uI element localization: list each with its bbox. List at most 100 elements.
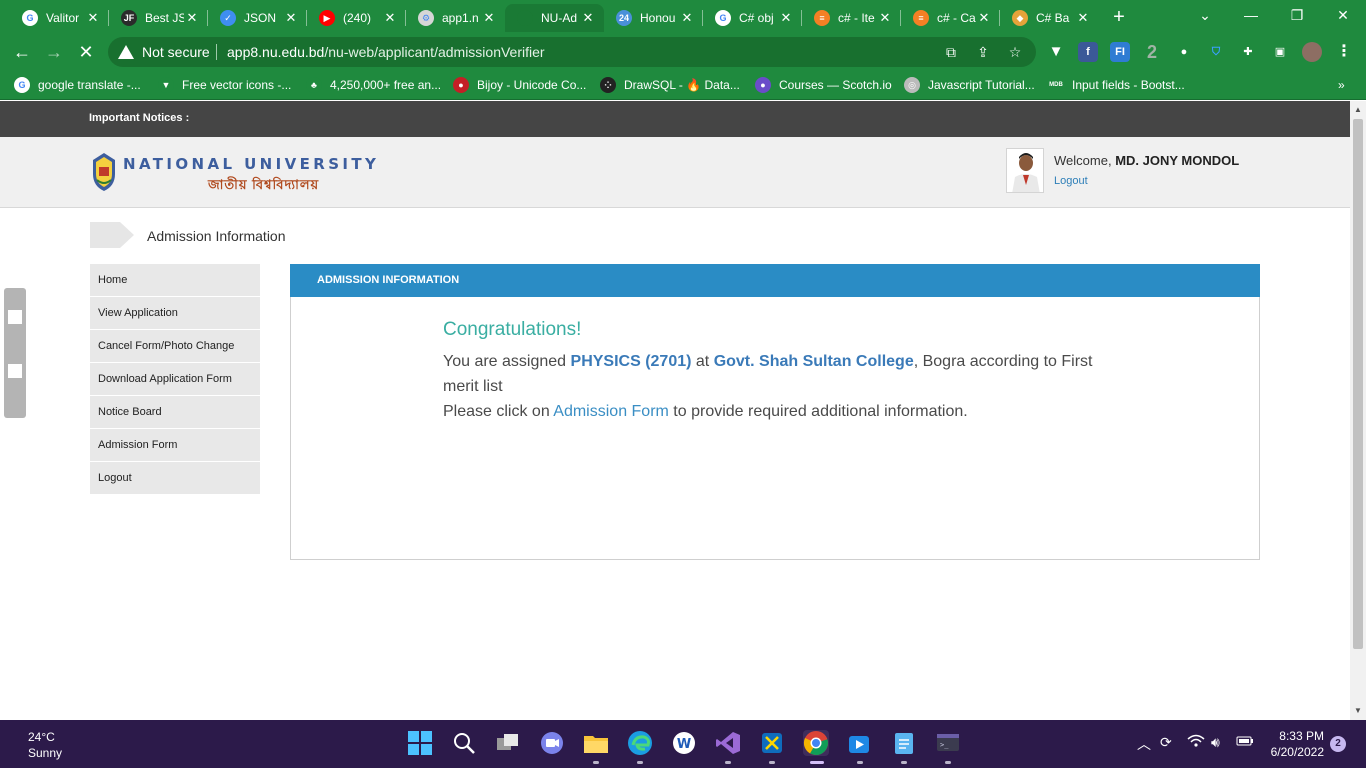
- extensions-puzzle-icon[interactable]: ✚: [1238, 42, 1258, 62]
- bookmark-item[interactable]: Ggoogle translate -...: [14, 76, 141, 94]
- university-name-english: NATIONAL UNIVERSITY: [123, 155, 380, 173]
- volume-icon[interactable]: 🔊︎: [1211, 734, 1220, 751]
- battery-icon[interactable]: [1236, 734, 1254, 750]
- close-tab-icon[interactable]: ✕: [1075, 10, 1091, 26]
- two-extension-icon[interactable]: 2: [1142, 42, 1162, 62]
- bookmark-item[interactable]: ● Bijoy - Unicode Co...: [453, 76, 586, 94]
- close-tab-icon[interactable]: ✕: [481, 10, 497, 26]
- tab-search-icon[interactable]: ⌄: [1182, 0, 1228, 32]
- search-icon[interactable]: [451, 730, 477, 756]
- shield-icon[interactable]: ⛉: [1206, 42, 1226, 62]
- security-indicator[interactable]: Not secure: [118, 44, 210, 60]
- back-button[interactable]: ←: [10, 40, 34, 64]
- running-indicator: [725, 761, 731, 764]
- sidebar-item-cancel-form[interactable]: Cancel Form/Photo Change: [90, 330, 260, 363]
- close-tab-icon[interactable]: ✕: [85, 10, 101, 26]
- start-windows-icon[interactable]: [407, 730, 433, 756]
- bookmark-star-icon[interactable]: ☆: [1006, 43, 1024, 61]
- grammarly-icon[interactable]: ●: [1174, 42, 1194, 62]
- word-app-icon[interactable]: W: [671, 730, 697, 756]
- more-bookmarks-icon[interactable]: »: [1338, 76, 1345, 94]
- browser-tab[interactable]: NU-Ad ✕: [505, 4, 604, 32]
- lottie-icon: ♣: [306, 77, 322, 93]
- browser-tab[interactable]: 24 Honou ✕: [604, 4, 703, 32]
- sync-icon[interactable]: ⟳: [1160, 734, 1172, 751]
- browser-tab[interactable]: ✓ JSON ✕: [208, 4, 307, 32]
- maximize-button[interactable]: ❐: [1274, 0, 1320, 32]
- bookmark-item[interactable]: ⁘ DrawSQL - 🔥 Data...: [600, 76, 740, 94]
- task-view-icon[interactable]: [495, 730, 521, 756]
- browser-tab[interactable]: ⚙ app1.n ✕: [406, 4, 505, 32]
- bookmark-label: Input fields - Bootst...: [1072, 78, 1185, 92]
- sidebar-item-home[interactable]: Home: [90, 264, 260, 297]
- close-tab-icon[interactable]: ✕: [283, 10, 299, 26]
- show-hidden-icons-icon[interactable]: ︿: [1137, 734, 1151, 754]
- close-tab-icon[interactable]: ✕: [679, 10, 695, 26]
- sidebar-nav: Home View Application Cancel Form/Photo …: [90, 264, 260, 495]
- media-player-icon[interactable]: [847, 730, 873, 756]
- close-tab-icon[interactable]: ✕: [382, 10, 398, 26]
- header-logout-link[interactable]: Logout: [1054, 175, 1088, 187]
- close-tab-icon[interactable]: ✕: [976, 10, 992, 26]
- visual-studio-icon[interactable]: [715, 730, 741, 756]
- sidebar-item-download-application[interactable]: Download Application Form: [90, 363, 260, 396]
- terminal-icon[interactable]: >_: [935, 730, 961, 756]
- address-bar[interactable]: Not secure app8.nu.edu.bd/nu-web/applica…: [108, 37, 1036, 67]
- side-panel-icon[interactable]: ▣: [1270, 42, 1290, 62]
- notification-badge[interactable]: 2: [1330, 736, 1346, 752]
- close-window-button[interactable]: ✕: [1320, 0, 1366, 32]
- vue-devtools-icon[interactable]: ▼: [1046, 42, 1066, 62]
- widget-button-icon[interactable]: [8, 364, 22, 378]
- forward-button[interactable]: →: [42, 40, 66, 64]
- browser-tab[interactable]: ≡ c# - Ite ✕: [802, 4, 901, 32]
- fi-extension-icon[interactable]: FI: [1110, 42, 1130, 62]
- floating-side-widget[interactable]: [4, 288, 26, 418]
- bookmark-item[interactable]: MDB Input fields - Bootst...: [1048, 76, 1185, 94]
- system-clock[interactable]: 8:33 PM 6/20/2022: [1266, 728, 1324, 760]
- welcome-prefix: Welcome,: [1054, 153, 1112, 168]
- browser-tab[interactable]: ◆ C# Ba ✕: [1000, 4, 1099, 32]
- widget-button-icon[interactable]: [8, 310, 22, 324]
- sidebar-item-notice-board[interactable]: Notice Board: [90, 396, 260, 429]
- close-tab-icon[interactable]: ✕: [580, 10, 596, 26]
- stop-loading-button[interactable]: ✕: [74, 40, 98, 64]
- chrome-browser-icon[interactable]: [803, 730, 829, 756]
- scrollbar-thumb[interactable]: [1353, 119, 1363, 649]
- close-tab-icon[interactable]: ✕: [778, 10, 794, 26]
- teams-chat-icon[interactable]: [539, 730, 565, 756]
- scroll-down-icon[interactable]: ▼: [1353, 706, 1363, 716]
- clock-time: 8:33 PM: [1279, 729, 1324, 743]
- sidebar-item-view-application[interactable]: View Application: [90, 297, 260, 330]
- profile-avatar[interactable]: [1302, 42, 1322, 62]
- sidebar-item-admission-form[interactable]: Admission Form: [90, 429, 260, 462]
- minimize-button[interactable]: —: [1228, 0, 1274, 32]
- bookmark-item[interactable]: ♣ 4,250,000+ free an...: [306, 76, 441, 94]
- bookmark-item[interactable]: ● Courses — Scotch.io: [755, 76, 892, 94]
- admission-form-link[interactable]: Admission Form: [553, 403, 669, 420]
- new-tab-button[interactable]: +: [1108, 6, 1130, 28]
- browser-tab[interactable]: ▶ (240) ✕: [307, 4, 406, 32]
- weather-widget[interactable]: 24°C Sunny: [28, 729, 62, 761]
- translate-icon[interactable]: ⧉: [942, 43, 960, 61]
- edge-browser-icon[interactable]: [627, 730, 653, 756]
- browser-tab[interactable]: G C# obj ✕: [703, 4, 802, 32]
- file-explorer-icon[interactable]: [583, 730, 609, 756]
- close-tab-icon[interactable]: ✕: [877, 10, 893, 26]
- scroll-up-icon[interactable]: ▲: [1353, 105, 1363, 115]
- notepad-icon[interactable]: [891, 730, 917, 756]
- page-scrollbar[interactable]: ▲ ▼: [1350, 101, 1366, 720]
- menu-kebab-icon[interactable]: ⋮: [1334, 42, 1354, 62]
- wifi-icon[interactable]: [1187, 734, 1205, 751]
- snipping-tool-icon[interactable]: [759, 730, 785, 756]
- facebook-icon[interactable]: f: [1078, 42, 1098, 62]
- url-text[interactable]: app8.nu.edu.bd/nu-web/applicant/admissio…: [227, 44, 545, 60]
- sidebar-item-logout[interactable]: Logout: [90, 462, 260, 495]
- bookmark-item[interactable]: ▼ Free vector icons -...: [158, 76, 291, 94]
- bookmark-item[interactable]: ◎ Javascript Tutorial...: [904, 76, 1035, 94]
- browser-tab[interactable]: JF Best JS ✕: [109, 4, 208, 32]
- tab-title: c# - Ite: [838, 11, 875, 25]
- browser-tab[interactable]: ≡ c# - Ca ✕: [901, 4, 1000, 32]
- share-icon[interactable]: ⇪: [974, 43, 992, 61]
- close-tab-icon[interactable]: ✕: [184, 10, 200, 26]
- browser-tab[interactable]: G Valitor ✕: [10, 4, 109, 32]
